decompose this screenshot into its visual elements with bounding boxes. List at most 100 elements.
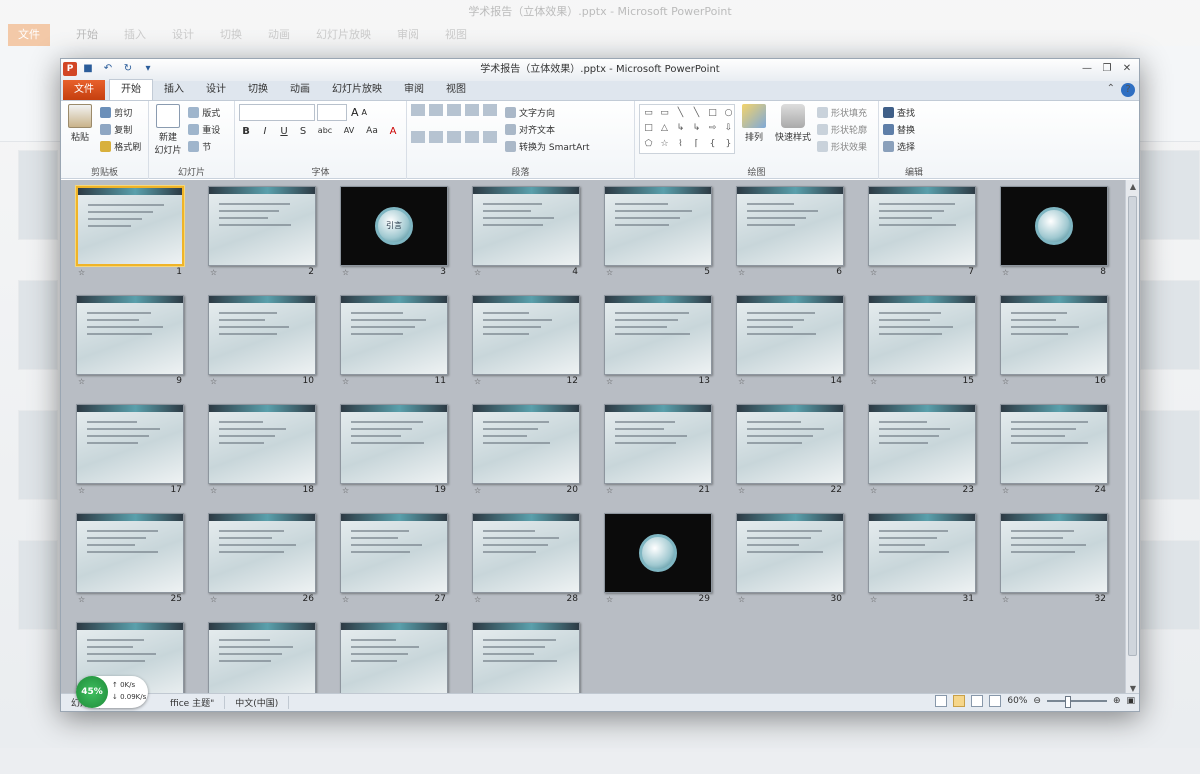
slide-thumbnail[interactable] [472,404,580,484]
tab-animations[interactable]: 动画 [279,80,321,100]
shape-curve-icon[interactable]: ⌈ [690,138,703,151]
slide-thumbnail-cell[interactable]: ☆ 21 [604,404,712,495]
shadow-button[interactable]: abc [315,126,335,137]
slide-thumbnail[interactable] [868,513,976,593]
cut-button[interactable]: 剪切 [100,104,141,120]
slide-thumbnail[interactable] [76,295,184,375]
shrink-font-button[interactable]: A [362,108,367,117]
slide-sorter-view-button[interactable] [953,695,966,707]
shape-connector-icon[interactable]: ↳ [690,122,703,135]
slide-thumbnail[interactable] [604,186,712,266]
normal-view-button[interactable] [935,695,948,707]
shape-effects-button[interactable]: 形状效果 [817,138,867,154]
grow-font-button[interactable]: A [351,106,359,119]
slide-thumbnail-cell[interactable]: ☆ 2 [208,186,316,277]
slide-thumbnail[interactable] [736,186,844,266]
find-button[interactable]: 查找 [883,104,915,120]
scroll-thumb[interactable] [1128,196,1137,656]
shape-oval-icon[interactable]: ○ [722,107,735,120]
slide-thumbnail-cell[interactable]: ☆ 4 [472,186,580,277]
shape-arrow-icon[interactable]: ⇩ [722,122,735,135]
slide-thumbnail[interactable] [1000,404,1108,484]
shapes-gallery[interactable]: ▭ ▭ ╲ ╲ □ ○ □ △ ↳ ↳ ⇨ ⇩ ⬠ ☆ ⌇ ⌈{} [639,104,735,154]
slide-thumbnail-cell[interactable]: ☆ 18 [208,404,316,495]
tab-design[interactable]: 设计 [195,80,237,100]
font-size-input[interactable] [317,104,347,121]
slide-thumbnail[interactable] [340,513,448,593]
layout-button[interactable]: 版式 [188,104,220,120]
quick-styles-button[interactable]: 快速样式 [773,104,813,154]
slide-thumbnail[interactable] [868,404,976,484]
shape-curve-icon[interactable]: ⌇ [674,138,687,151]
slide-thumbnail-cell[interactable]: ☆ 24 [1000,404,1108,495]
slide-thumbnail-cell[interactable]: ☆ 5 [604,186,712,277]
slide-thumbnail[interactable] [1000,295,1108,375]
change-case-button[interactable]: Aa [363,126,381,137]
shape-line-icon[interactable]: ╲ [674,107,687,120]
slide-thumbnail[interactable] [340,404,448,484]
vertical-scrollbar[interactable]: ▲ ▼ [1125,180,1139,695]
format-painter-button[interactable]: 格式刷 [100,138,141,154]
italic-button[interactable]: I [258,126,272,137]
shape-connector-icon[interactable]: ↳ [674,122,687,135]
slide-thumbnail-cell[interactable]: ☆ 20 [472,404,580,495]
smartart-button[interactable]: 转换为 SmartArt [505,138,589,154]
slide-thumbnail[interactable] [208,622,316,695]
justify-icon[interactable] [465,131,479,143]
help-icon[interactable]: ? [1121,83,1135,97]
tab-review[interactable]: 审阅 [393,80,435,100]
slide-thumbnail[interactable] [736,295,844,375]
slide-thumbnail-cell[interactable]: ☆ 8 [1000,186,1108,277]
strikethrough-button[interactable]: S [296,126,310,137]
shape-rect-icon[interactable]: □ [706,107,719,120]
paste-button[interactable]: 粘贴 [65,104,95,143]
tab-slideshow[interactable]: 幻灯片放映 [321,80,393,100]
replace-button[interactable]: 替换 [883,121,915,137]
reset-button[interactable]: 重设 [188,121,220,137]
slide-thumbnail-cell[interactable]: ☆ 25 [76,513,184,604]
zoom-in-icon[interactable]: ⊕ [1113,696,1121,706]
numbering-icon[interactable] [429,104,443,116]
shape-line-icon[interactable]: ╲ [690,107,703,120]
slide-thumbnail[interactable] [208,404,316,484]
tab-insert[interactable]: 插入 [153,80,195,100]
scroll-down-icon[interactable]: ▼ [1126,684,1139,693]
slide-thumbnail-cell[interactable]: ☆36 [472,622,580,695]
slide-thumbnail-cell[interactable]: ☆ 29 [604,513,712,604]
zoom-level[interactable]: 60% [1007,696,1027,706]
reading-view-button[interactable] [971,695,984,707]
align-right-icon[interactable] [447,131,461,143]
slide-thumbnail-cell[interactable]: ☆34 [208,622,316,695]
slide-thumbnail[interactable] [340,622,448,695]
decrease-indent-icon[interactable] [447,104,461,116]
bullets-icon[interactable] [411,104,425,116]
shape-brace-icon[interactable]: } [722,138,735,151]
slide-thumbnail-cell[interactable]: ☆ 28 [472,513,580,604]
slide-thumbnail-cell[interactable]: ☆ 12 [472,295,580,386]
slide-thumbnail-cell[interactable]: ☆ 1 [76,186,184,277]
shape-rect-icon[interactable]: □ [642,122,655,135]
shape-arrow-icon[interactable]: ⇨ [706,122,719,135]
shape-outline-button[interactable]: 形状轮廓 [817,121,867,137]
tab-file[interactable]: 文件 [63,80,105,100]
slide-thumbnail-cell[interactable]: ☆ 23 [868,404,976,495]
slide-thumbnail-cell[interactable]: ☆ 14 [736,295,844,386]
slide-thumbnail-cell[interactable]: ☆35 [340,622,448,695]
tab-home[interactable]: 开始 [109,79,153,100]
slide-thumbnail[interactable] [1000,186,1108,266]
line-spacing-icon[interactable] [483,104,497,116]
tab-view[interactable]: 视图 [435,80,477,100]
select-button[interactable]: 选择 [883,138,915,154]
slide-thumbnail[interactable] [472,622,580,695]
slide-thumbnail[interactable] [76,513,184,593]
minimize-ribbon-icon[interactable]: ⌃ [1107,83,1115,97]
restore-icon[interactable]: ❐ [1099,61,1115,77]
fit-window-icon[interactable]: ▣ [1126,696,1135,706]
slide-thumbnail[interactable]: 引言 [340,186,448,266]
slide-thumbnail[interactable] [604,404,712,484]
slide-thumbnail[interactable] [76,404,184,484]
align-center-icon[interactable] [429,131,443,143]
new-slide-button[interactable]: 新建 幻灯片 [153,104,183,156]
bold-button[interactable]: B [239,126,253,137]
increase-indent-icon[interactable] [465,104,479,116]
